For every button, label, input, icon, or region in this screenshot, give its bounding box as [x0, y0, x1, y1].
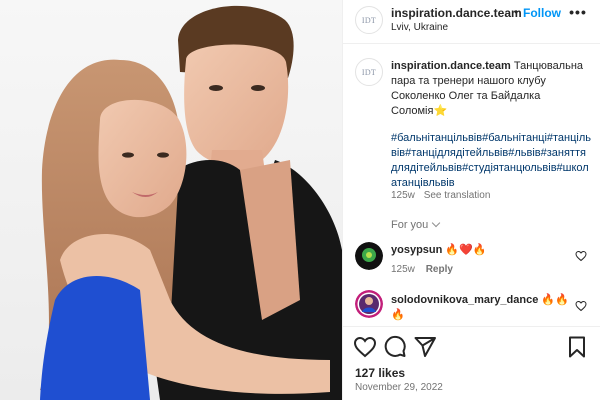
- comment-item: solodovnikova_mary_dance 🔥🔥 🔥: [343, 290, 600, 326]
- for-you-label: For you: [391, 219, 429, 231]
- likes-count[interactable]: 127 likes: [355, 366, 405, 380]
- chevron-down-icon: [432, 218, 441, 228]
- caption-username[interactable]: inspiration.dance.team: [391, 60, 511, 72]
- comment-body: 🔥🔥: [541, 294, 569, 306]
- commenter-avatar[interactable]: [355, 242, 383, 270]
- caption-hashtags[interactable]: #бальнітанцільвів#бальнітанці#танцільвів…: [391, 131, 591, 191]
- caption-meta: 125w See translation: [391, 190, 490, 201]
- bookmark-icon[interactable]: [565, 335, 589, 359]
- follow-button[interactable]: Follow: [523, 6, 561, 20]
- comment-username[interactable]: yosypsun: [391, 244, 442, 256]
- more-horizontal-icon[interactable]: •••: [569, 5, 587, 24]
- caption: inspiration.dance.team Танцювальна пара …: [391, 59, 591, 119]
- reply-button[interactable]: Reply: [426, 264, 453, 275]
- comment-body-continued: 🔥: [391, 309, 405, 321]
- share-icon[interactable]: [413, 335, 437, 359]
- caption-age: 125w: [391, 190, 415, 201]
- comment-item: yosypsun 🔥❤️🔥 125w Reply: [343, 242, 600, 282]
- account-avatar[interactable]: IDT: [355, 6, 383, 34]
- logo-text: IDT: [361, 15, 377, 25]
- comment-meta: 125w Reply: [391, 264, 453, 275]
- commenter-avatar[interactable]: [355, 290, 383, 318]
- comment-text: yosypsun 🔥❤️🔥: [391, 243, 571, 258]
- post-location[interactable]: Lviv, Ukraine: [391, 22, 448, 33]
- post-actions-bar: [343, 326, 600, 366]
- dance-couple-image: [0, 0, 342, 400]
- comment-username[interactable]: solodovnikova_mary_dance: [391, 294, 538, 306]
- avatar-image: [355, 290, 383, 318]
- comment-icon[interactable]: [383, 335, 407, 359]
- comment-text: solodovnikova_mary_dance 🔥🔥 🔥: [391, 293, 571, 323]
- avatar-image: [355, 242, 383, 270]
- caption-avatar[interactable]: IDT: [355, 58, 383, 86]
- heart-icon[interactable]: [575, 300, 587, 312]
- for-you-toggle[interactable]: For you: [391, 218, 441, 231]
- post-photo[interactable]: [0, 0, 342, 400]
- post-side-panel: IDT inspiration.dance.team • Follow Lviv…: [342, 0, 600, 400]
- see-translation-link[interactable]: See translation: [424, 190, 491, 201]
- post-header: IDT inspiration.dance.team • Follow Lviv…: [343, 0, 600, 44]
- heart-icon[interactable]: [353, 335, 377, 359]
- separator-dot: •: [514, 5, 519, 19]
- post-date[interactable]: November 29, 2022: [355, 382, 443, 393]
- comment-age: 125w: [391, 264, 415, 275]
- account-username[interactable]: inspiration.dance.team: [391, 6, 522, 20]
- heart-icon[interactable]: [575, 250, 587, 262]
- comment-body: 🔥❤️🔥: [445, 244, 487, 256]
- logo-text: IDT: [361, 67, 377, 77]
